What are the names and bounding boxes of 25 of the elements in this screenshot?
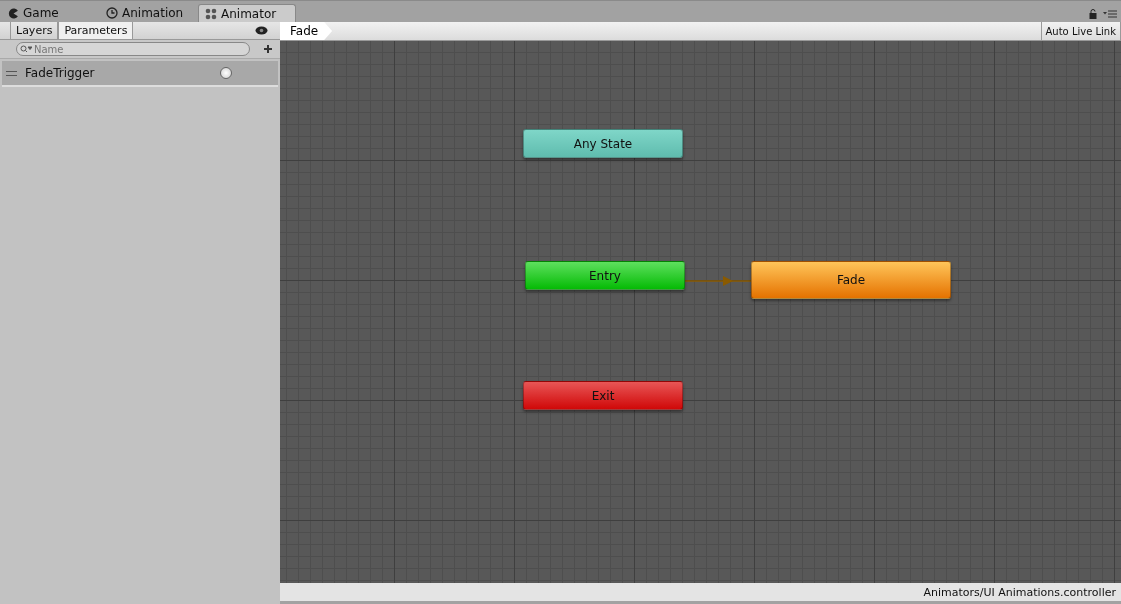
parameter-name: FadeTrigger: [25, 66, 96, 80]
window-tab[interactable]: Animator: [198, 4, 296, 22]
state-node[interactable]: Entry: [525, 261, 685, 290]
breadcrumb[interactable]: Fade: [280, 22, 333, 40]
menu-icon[interactable]: [1103, 10, 1117, 18]
panel-tab[interactable]: Parameters: [58, 22, 134, 39]
state-node[interactable]: Fade: [751, 261, 951, 299]
nodes-icon: [205, 7, 217, 20]
transition-arrow: [685, 275, 751, 287]
search-field[interactable]: Name: [16, 42, 250, 56]
window-tab[interactable]: Game: [2, 4, 100, 22]
window-tab[interactable]: Animation: [100, 4, 198, 22]
status-text: Animators/UI Animations.controller: [923, 585, 1116, 599]
auto-live-link-button[interactable]: Auto Live Link: [1040, 22, 1121, 40]
lock-icon[interactable]: [1089, 9, 1097, 19]
state-node[interactable]: Any State: [523, 129, 683, 158]
add-icon[interactable]: [264, 45, 272, 53]
pacman-icon: [8, 7, 19, 19]
clock-icon: [106, 7, 118, 19]
trigger-toggle[interactable]: [220, 67, 232, 79]
state-node[interactable]: Exit: [523, 381, 683, 410]
eye-icon[interactable]: [255, 26, 268, 35]
drag-handle-icon[interactable]: [6, 70, 17, 76]
parameter-row[interactable]: FadeTrigger: [2, 61, 278, 87]
search-icon: [20, 45, 32, 53]
